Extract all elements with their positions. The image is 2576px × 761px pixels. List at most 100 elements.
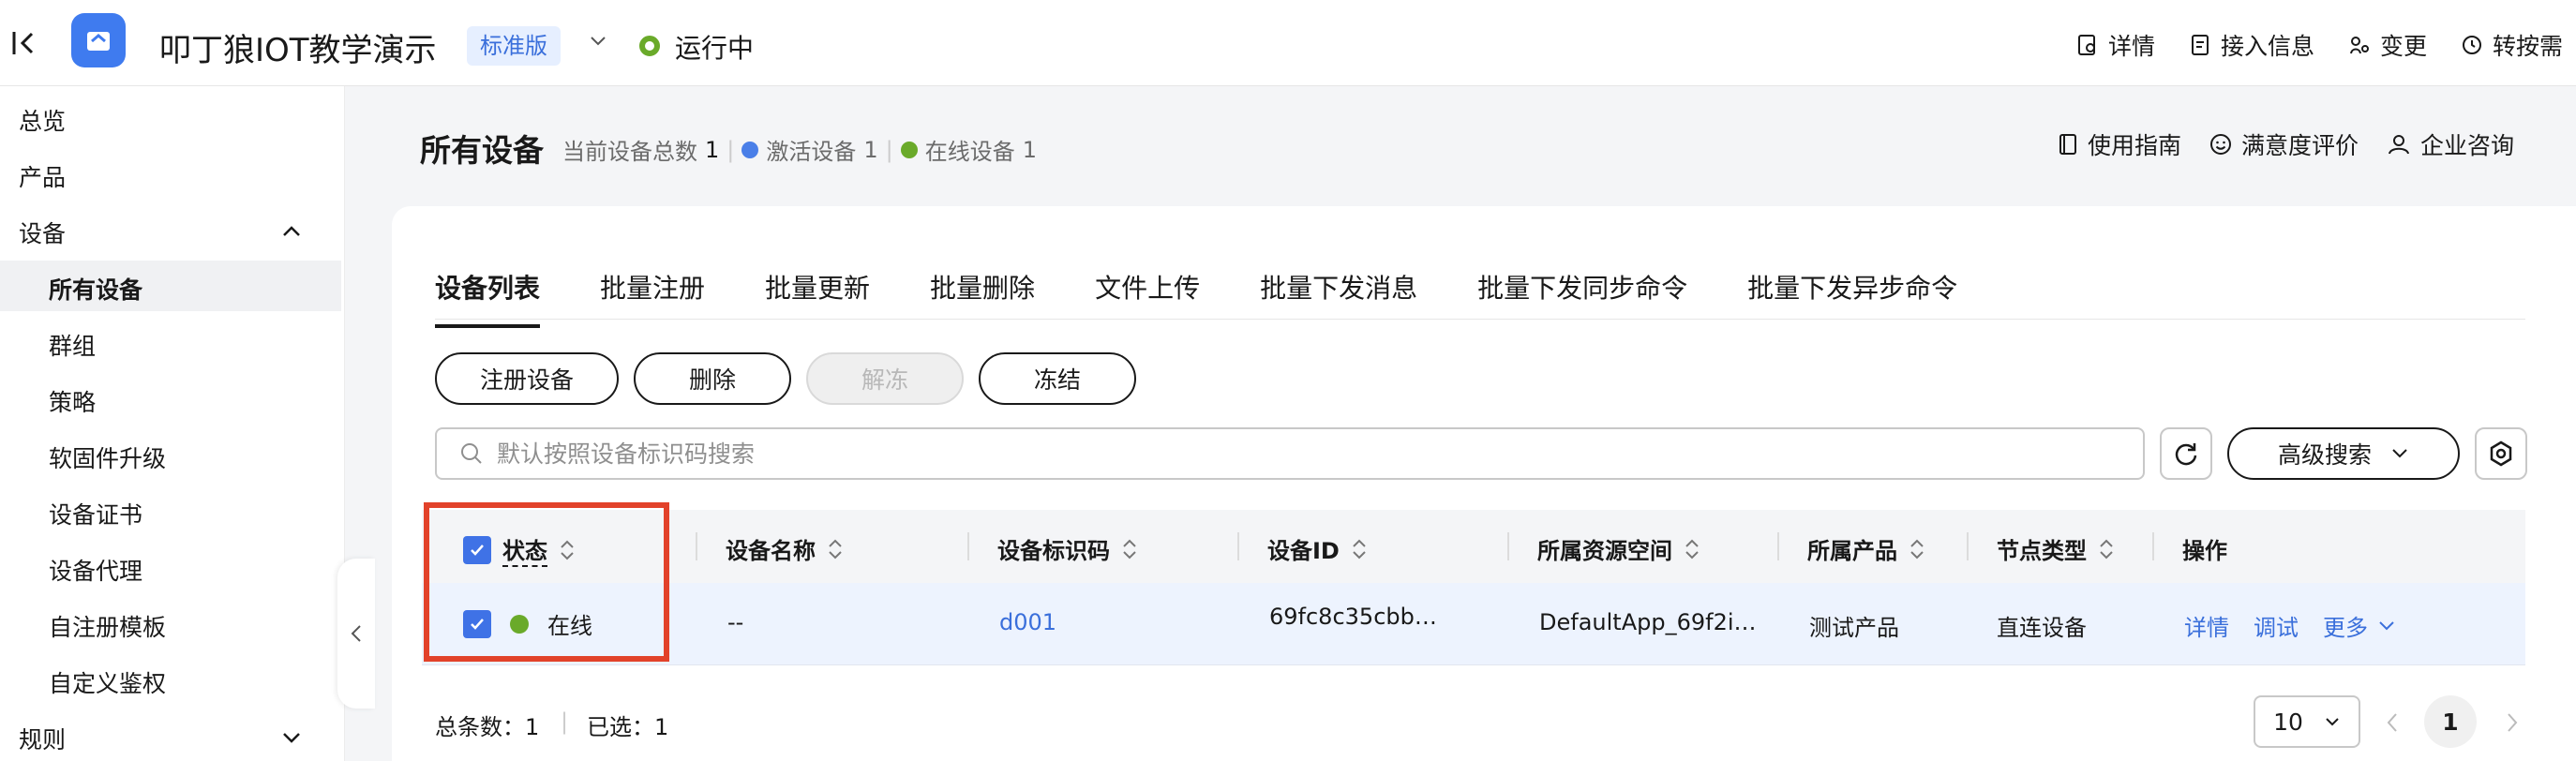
sidebar-item-all-devices[interactable]: 所有设备: [49, 272, 142, 306]
column-device-id-label: 设备ID: [1267, 538, 1340, 564]
chevron-left-icon: [351, 625, 361, 642]
detail-search-icon: [2077, 35, 2095, 55]
consult-icon: [2388, 135, 2409, 155]
device-stats: 当前设备总数 1 | 激活设备 1 | 在线设备 1: [562, 133, 1037, 166]
row-more-dropdown[interactable]: 更多: [2323, 609, 2396, 642]
chevron-up-icon[interactable]: [281, 221, 302, 242]
product-cell: 测试产品: [1809, 615, 1899, 641]
sidebar-item-firmware[interactable]: 软固件升级: [49, 440, 166, 474]
advanced-search-button[interactable]: 高级搜索: [2227, 427, 2460, 480]
column-divider: [1237, 532, 1239, 560]
enterprise-consult-link[interactable]: 企业咨询: [2387, 127, 2514, 161]
user-guide-link[interactable]: 使用指南: [2058, 127, 2181, 161]
user-guide-label: 使用指南: [2087, 132, 2181, 159]
help-links: 使用指南 满意度评价 企业咨询: [2058, 127, 2514, 161]
column-divider: [696, 532, 697, 560]
column-device-name[interactable]: 设备名称: [726, 532, 844, 565]
sidebar-item-groups[interactable]: 群组: [49, 328, 96, 362]
selected-count-value: 1: [654, 714, 669, 740]
current-page-button[interactable]: 1: [2424, 695, 2477, 748]
active-label: 激活设备: [766, 139, 857, 165]
sort-icon[interactable]: [827, 537, 844, 561]
device-name-cell: --: [727, 609, 744, 635]
column-divider: [967, 532, 969, 560]
selected-count: 已选：1: [587, 709, 668, 741]
advanced-search-label: 高级搜索: [2277, 441, 2372, 469]
total-value: 1: [705, 136, 720, 163]
selected-count-label: 已选：: [587, 714, 654, 740]
row-debug-link[interactable]: 调试: [2254, 609, 2299, 642]
footer-divider: |: [561, 709, 569, 735]
back-icon[interactable]: [11, 28, 37, 58]
column-product[interactable]: 所属产品: [1807, 532, 1925, 565]
sort-icon[interactable]: [1121, 537, 1138, 561]
sidebar-item-proxy[interactable]: 设备代理: [49, 553, 142, 587]
column-device-name-label: 设备名称: [726, 538, 816, 564]
page-size-select[interactable]: 10: [2254, 695, 2360, 748]
freeze-button[interactable]: 冻结: [979, 352, 1136, 405]
active-dot-icon: [741, 141, 759, 158]
active-value: 1: [863, 136, 878, 163]
switch-on-demand-label: 转按需: [2492, 33, 2563, 60]
column-resource-space[interactable]: 所属资源空间: [1537, 532, 1700, 565]
column-actions-label: 操作: [2182, 538, 2227, 564]
sidebar-item-custom-auth[interactable]: 自定义鉴权: [49, 665, 166, 699]
satisfaction-link[interactable]: 满意度评价: [2209, 127, 2359, 161]
tab-divider: [435, 319, 2525, 320]
change-label: 变更: [2379, 33, 2427, 60]
top-actions: 详情 接入信息 变更 转按需: [2076, 28, 2563, 62]
switch-on-demand-button[interactable]: 转按需: [2461, 28, 2563, 62]
sidebar-item-products[interactable]: 产品: [19, 159, 66, 193]
sort-icon[interactable]: [1909, 537, 1925, 561]
chevron-down-icon[interactable]: [281, 727, 302, 748]
unfreeze-button[interactable]: 解冻: [806, 352, 964, 405]
resource-space-cell: DefaultApp_69f2i…: [1539, 609, 1757, 635]
change-button[interactable]: 变更: [2348, 28, 2427, 62]
detail-button[interactable]: 详情: [2076, 28, 2155, 62]
column-resource-space-label: 所属资源空间: [1537, 538, 1672, 564]
prev-page-icon[interactable]: [2383, 710, 2402, 735]
gear-icon: [2490, 440, 2512, 467]
sort-icon[interactable]: [2098, 537, 2115, 561]
sidebar-item-certificates[interactable]: 设备证书: [49, 497, 142, 530]
sort-icon[interactable]: [1684, 537, 1700, 561]
table-header: 状态 设备名称 设备标识码 设备ID 所属资源空间 所属产品 节点类型 操作: [422, 510, 2525, 583]
sidebar-item-overview[interactable]: 总览: [19, 103, 66, 137]
book-icon: [2059, 134, 2076, 155]
sidebar-item-rules[interactable]: 规则: [19, 722, 66, 755]
sidebar-item-devices[interactable]: 设备: [19, 216, 66, 249]
column-divider: [2152, 532, 2154, 560]
next-page-icon[interactable]: [2503, 710, 2522, 735]
column-actions: 操作: [2182, 532, 2227, 565]
detail-label: 详情: [2107, 33, 2155, 60]
refresh-button[interactable]: [2160, 427, 2212, 480]
register-device-button[interactable]: 注册设备: [435, 352, 619, 405]
row-detail-link[interactable]: 详情: [2184, 609, 2229, 642]
identifier-link[interactable]: d001: [999, 609, 1056, 635]
chevron-down-icon: [2326, 718, 2339, 726]
access-info-button[interactable]: 接入信息: [2189, 28, 2314, 62]
column-node-type[interactable]: 节点类型: [1997, 532, 2115, 565]
sidebar-item-self-register[interactable]: 自注册模板: [49, 609, 166, 643]
search-input[interactable]: [497, 440, 2090, 468]
top-bar: 叩丁狼IOT教学演示 标准版 运行中 详情 接入信息 变更 转按需: [0, 0, 2576, 86]
column-divider: [1777, 532, 1779, 560]
app-name: 叩丁狼IOT教学演示: [159, 32, 437, 69]
online-label: 在线设备: [924, 139, 1015, 165]
node-type-cell: 直连设备: [1997, 615, 2087, 641]
column-device-id[interactable]: 设备ID: [1267, 532, 1368, 565]
column-node-type-label: 节点类型: [1997, 538, 2087, 564]
sidebar-item-policies[interactable]: 策略: [49, 384, 96, 418]
sidebar-collapse-button[interactable]: [337, 559, 375, 709]
sort-icon[interactable]: [1351, 537, 1368, 561]
search-box: [435, 427, 2145, 480]
table-row[interactable]: 在线 -- d001 69fc8c35cbb… DefaultApp_69f2i…: [422, 583, 2525, 665]
change-icon: [2349, 37, 2369, 54]
chevron-down-icon[interactable]: [589, 32, 607, 51]
delete-button[interactable]: 删除: [634, 352, 791, 405]
column-identifier[interactable]: 设备标识码: [997, 532, 1138, 565]
status-highlight-box: [424, 502, 669, 662]
page-size-value: 10: [2273, 708, 2303, 736]
table-settings-button[interactable]: [2475, 427, 2527, 480]
status-dot-icon: [639, 36, 660, 56]
